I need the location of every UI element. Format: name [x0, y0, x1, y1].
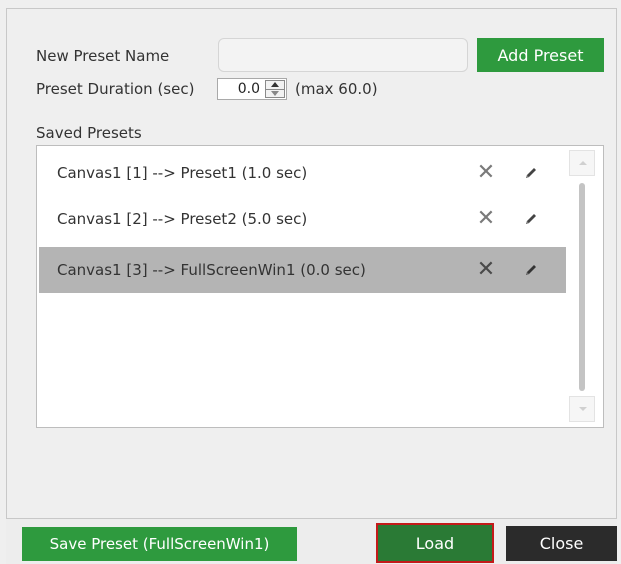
preset-duration-label: Preset Duration (sec)	[36, 80, 195, 98]
new-preset-name-label: New Preset Name	[36, 47, 170, 65]
scrollbar-thumb[interactable]	[579, 183, 585, 391]
preset-label: Canvas1 [3] --> FullScreenWin1 (0.0 sec)	[57, 261, 366, 279]
close-icon[interactable]: ✕	[476, 247, 496, 293]
saved-presets-title: Saved Presets	[36, 124, 142, 142]
preset-name-input[interactable]	[218, 38, 468, 72]
close-button[interactable]: Close	[506, 526, 617, 561]
add-preset-button[interactable]: Add Preset	[477, 38, 604, 72]
load-button[interactable]: Load	[376, 523, 494, 563]
close-icon[interactable]: ✕	[476, 150, 496, 196]
saved-presets-list[interactable]: Canvas1 [1] --> Preset1 (1.0 sec) ✕ Canv…	[36, 145, 604, 428]
preset-row[interactable]: Canvas1 [2] --> Preset2 (5.0 sec) ✕	[39, 196, 566, 242]
duration-value[interactable]: 0.0	[218, 79, 260, 99]
duration-max-label: (max 60.0)	[295, 80, 378, 98]
preset-row-selected[interactable]: Canvas1 [3] --> FullScreenWin1 (0.0 sec)…	[39, 247, 566, 293]
stepper-buttons	[265, 80, 285, 98]
preset-row[interactable]: Canvas1 [1] --> Preset1 (1.0 sec) ✕	[39, 150, 566, 196]
pencil-icon[interactable]	[523, 262, 539, 278]
list-scrollbar[interactable]	[569, 150, 597, 423]
preset-label: Canvas1 [1] --> Preset1 (1.0 sec)	[57, 164, 308, 182]
preset-dialog: New Preset Name Add Preset Preset Durati…	[0, 0, 621, 564]
preset-label: Canvas1 [2] --> Preset2 (5.0 sec)	[57, 210, 308, 228]
save-preset-button[interactable]: Save Preset (FullScreenWin1)	[22, 527, 297, 561]
chevron-down-icon[interactable]	[266, 89, 284, 97]
scroll-down-icon[interactable]	[569, 396, 595, 422]
pencil-icon[interactable]	[523, 165, 539, 181]
close-icon[interactable]: ✕	[476, 196, 496, 242]
pencil-icon[interactable]	[523, 211, 539, 227]
scroll-up-icon[interactable]	[569, 150, 595, 176]
duration-stepper[interactable]: 0.0	[217, 78, 287, 100]
